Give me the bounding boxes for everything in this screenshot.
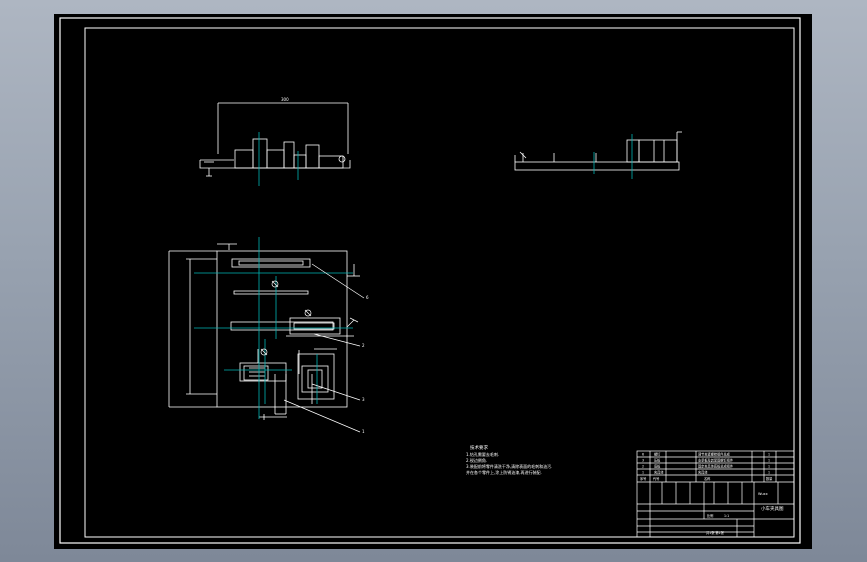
bom-row-1-qty: 1 xyxy=(768,471,770,475)
balloon-3: 3 xyxy=(362,397,365,402)
front-view xyxy=(199,102,351,177)
technical-notes: 技术要求 1.钻孔需要去毛刺. 2.锐边倒角. 3.装配前将零件清洗干净,清除表… xyxy=(466,444,552,475)
title-block-text: 6 螺钉 调节夹紧螺栓组件总成 1 3 压板 支承板及其紧固螺钉组件 1 2 底… xyxy=(640,452,784,536)
bom-header-desc: 名称 xyxy=(704,476,711,481)
bom-header-name: 代号 xyxy=(653,476,659,481)
drawing-canvas[interactable]: 300 6 2 3 1 技术要求 1.钻孔需要去毛刺. 2.锐边倒角. 3.装配… xyxy=(54,14,812,549)
title-block-title: 小车夹具图 xyxy=(761,505,784,512)
bom-row-2-qty: 1 xyxy=(768,465,770,469)
front-view-centerlines xyxy=(258,132,299,186)
bom-row-6-qty: 1 xyxy=(768,453,770,457)
bom-row-6-name: 螺钉 xyxy=(654,452,661,457)
title-block-company: Wuxx xyxy=(758,492,768,496)
bom-row-2-no: 2 xyxy=(642,465,644,469)
side-view-centerlines xyxy=(593,134,633,179)
top-view xyxy=(168,243,360,420)
bom-row-3-desc: 支承板及其紧固螺钉组件 xyxy=(698,458,734,463)
title-block-scale-value: 1:1 xyxy=(724,514,729,518)
notes-line-1: 1.钻孔需要去毛刺. xyxy=(466,451,499,457)
cad-viewport[interactable]: 300 6 2 3 1 技术要求 1.钻孔需要去毛刺. 2.锐边倒角. 3.装配… xyxy=(54,14,812,549)
title-block-scale-label: 比例 xyxy=(707,513,713,518)
bom-row-1-desc: 夹具体 xyxy=(698,470,708,475)
bom-row-6-no: 6 xyxy=(642,453,644,457)
balloon-6: 6 xyxy=(366,295,369,300)
bom-row-2-desc: 固定夹具体底板总成组件 xyxy=(698,464,734,469)
notes-line-2: 2.锐边倒角. xyxy=(466,457,487,463)
sheet-outer-frame xyxy=(59,17,801,544)
bom-row-3-qty: 1 xyxy=(768,459,770,463)
bom-row-6-desc: 调节夹紧螺栓组件总成 xyxy=(698,452,731,457)
title-block-sheet: 共1张 第1张 xyxy=(706,530,725,535)
balloon-2: 2 xyxy=(362,343,365,348)
bom-header-no: 序号 xyxy=(640,476,646,481)
side-view xyxy=(514,131,682,171)
top-view-centerlines xyxy=(194,237,353,419)
bom-header-qty: 数量 xyxy=(766,476,773,481)
bom-row-2-name: 底板 xyxy=(654,464,661,469)
bom-row-1-no: 1 xyxy=(642,471,644,475)
notes-line-4: 并在各个零件上,涂上防锈油漆,再进行装配. xyxy=(466,469,542,475)
bom-row-3-name: 压板 xyxy=(654,458,661,463)
balloon-1: 1 xyxy=(362,429,365,434)
sheet-inner-border xyxy=(84,27,795,538)
bom-row-1-name: 夹具体 xyxy=(654,470,664,475)
notes-title: 技术要求 xyxy=(470,444,488,451)
front-view-dimension: 300 xyxy=(281,97,289,102)
notes-line-3: 3.装配前将零件清洗干净,清除表面的毛刺和油污. xyxy=(466,463,552,469)
bom-row-3-no: 3 xyxy=(642,459,644,463)
